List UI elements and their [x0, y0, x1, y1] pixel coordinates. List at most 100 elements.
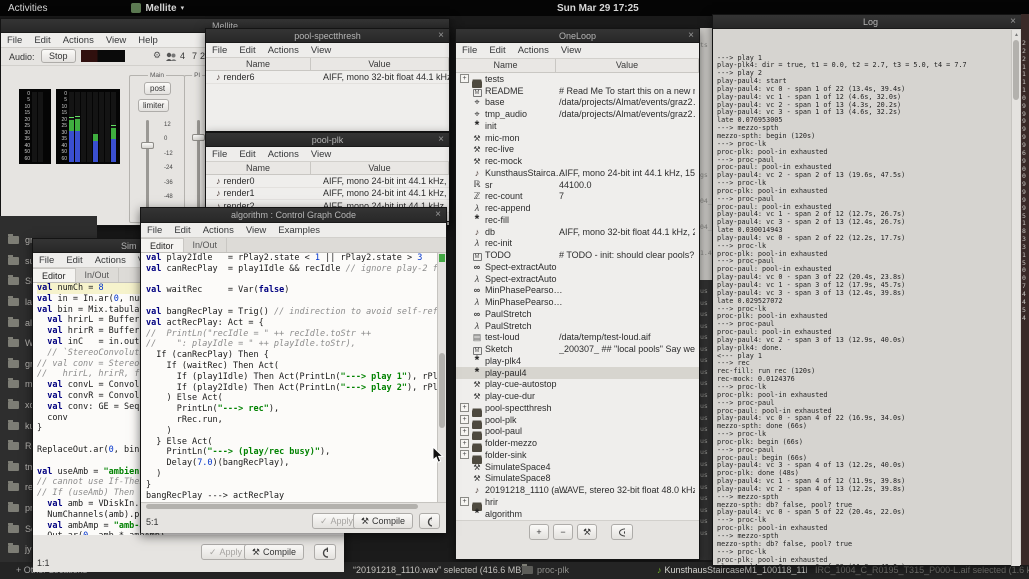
main-volume-track[interactable]	[146, 120, 149, 218]
tree-row[interactable]: base /data/projects/Almat/events/graz2…	[456, 97, 699, 109]
menu-item[interactable]: Actions	[57, 35, 100, 46]
expander-icon[interactable]	[460, 380, 469, 389]
tree-row[interactable]: PaulStretch	[456, 308, 699, 320]
expander-icon[interactable]	[460, 168, 469, 177]
close-icon[interactable]: ×	[688, 29, 694, 42]
expander-icon[interactable]	[460, 157, 469, 166]
tab-editor[interactable]: Editor	[33, 268, 76, 282]
menu-item[interactable]: Help	[132, 35, 164, 46]
tree-row[interactable]: init	[456, 120, 699, 132]
expander-icon[interactable]	[460, 227, 469, 236]
menu-item[interactable]: File	[206, 45, 233, 56]
expander-icon[interactable]	[460, 368, 469, 377]
expander-icon[interactable]	[460, 427, 469, 436]
expander-icon[interactable]	[460, 145, 469, 154]
expander-icon[interactable]	[460, 497, 469, 506]
column-value[interactable]: Value	[311, 58, 449, 70]
log-vscrollbar[interactable]: ▲	[1011, 30, 1020, 566]
expander-icon[interactable]	[460, 262, 469, 271]
algorithm-compile-button[interactable]: ⚒Compile	[353, 513, 413, 529]
menu-item[interactable]: Edit	[233, 45, 261, 56]
tree-row[interactable]: mic-mon	[456, 132, 699, 144]
tree-row[interactable]: SimulateSpace4	[456, 461, 699, 473]
menu-item[interactable]: Actions	[512, 45, 555, 56]
algorithm-vscrollbar[interactable]	[437, 253, 446, 502]
expander-icon[interactable]	[460, 486, 469, 495]
add-button[interactable]: +	[529, 524, 549, 540]
taskbar-item-kunsthaus[interactable]: ♪KunsthausStaircaseM1_100118_11k	[657, 565, 807, 575]
menu-item[interactable]: View	[240, 225, 272, 236]
column-name[interactable]: Name	[206, 162, 311, 174]
tree-row[interactable]: rec-append	[456, 202, 699, 214]
clock[interactable]: Sun Mar 29 17:25	[557, 3, 639, 14]
menu-item[interactable]: View	[305, 45, 337, 56]
close-icon[interactable]: ×	[438, 29, 444, 42]
tree-row[interactable]: play-paul4	[456, 367, 699, 379]
expander-icon[interactable]	[460, 274, 469, 283]
activities-button[interactable]: Activities	[8, 3, 47, 14]
sim-compile-button[interactable]: ⚒Compile	[244, 544, 304, 560]
expander-icon[interactable]	[460, 215, 469, 224]
tree-row[interactable]: KunsthausStairca… AIFF, mono 24-bit int …	[456, 167, 699, 179]
tree-row[interactable]: tmp_audio /data/projects/Almat/events/gr…	[456, 108, 699, 120]
column-value[interactable]: Value	[556, 59, 699, 72]
close-icon[interactable]: ×	[435, 208, 441, 221]
expander-icon[interactable]	[460, 251, 469, 260]
menu-item[interactable]: Actions	[262, 149, 305, 160]
tree-row[interactable]: play-cue-autostop	[456, 379, 699, 391]
tree-row[interactable]: hrir	[456, 496, 699, 508]
tree-row[interactable]: PaulStretch	[456, 320, 699, 332]
expander-icon[interactable]	[460, 509, 469, 518]
expander-icon[interactable]	[460, 192, 469, 201]
tree-row[interactable]: pool-spectthresh	[456, 402, 699, 414]
menu-item[interactable]: File	[1, 35, 28, 46]
expander-icon[interactable]	[460, 309, 469, 318]
view-button[interactable]	[611, 524, 633, 540]
column-name[interactable]: Name	[456, 59, 556, 72]
pool-plk-titlebar[interactable]: pool-plk×	[206, 133, 449, 147]
tools-button[interactable]: ⚒	[577, 524, 597, 540]
menu-item[interactable]: View	[305, 149, 337, 160]
taskbar-item-proc-plk[interactable]: proc-plk	[522, 565, 569, 575]
algorithm-titlebar[interactable]: algorithm : Control Graph Code×	[141, 208, 446, 223]
expander-icon[interactable]	[460, 403, 469, 412]
remove-button[interactable]: −	[553, 524, 573, 540]
expander-icon[interactable]	[460, 239, 469, 248]
limiter-button[interactable]: limiter	[138, 99, 169, 112]
tree-row[interactable]: 20191218_1110 (a… WAVE, stereo 32-bit fl…	[456, 484, 699, 496]
post-button[interactable]: post	[144, 82, 171, 95]
close-icon[interactable]: ×	[438, 133, 444, 146]
menu-item[interactable]: Edit	[168, 225, 196, 236]
expander-icon[interactable]	[460, 415, 469, 424]
tree-row[interactable]: db AIFF, mono 32-bit float 44.1 kHz, 2:…	[456, 226, 699, 238]
expander-icon[interactable]	[460, 474, 469, 483]
scrollbar-thumb[interactable]	[1013, 40, 1019, 100]
scrollbar-thumb[interactable]	[439, 353, 445, 428]
expander-icon[interactable]	[460, 321, 469, 330]
menu-item[interactable]: Edit	[233, 149, 261, 160]
tree-row[interactable]: rec-fill	[456, 214, 699, 226]
secondary-volume-handle[interactable]	[192, 134, 205, 141]
tree-row[interactable]: folder-mezzo	[456, 437, 699, 449]
oneloop-titlebar[interactable]: OneLoop×	[456, 29, 699, 43]
menu-item[interactable]: File	[141, 225, 168, 236]
sim-apply-button[interactable]: ✓Apply	[201, 544, 250, 560]
audio-stop-button[interactable]: Stop	[41, 49, 76, 63]
tab-inout[interactable]: In/Out	[184, 238, 228, 252]
expander-icon[interactable]	[460, 462, 469, 471]
tree-row[interactable]: play-cue-dur	[456, 390, 699, 402]
scrollbar-thumb[interactable]	[146, 504, 418, 509]
expander-icon[interactable]	[460, 204, 469, 213]
tree-row[interactable]: tests	[456, 73, 699, 85]
tree-row[interactable]: pool-plk	[456, 414, 699, 426]
tree-row[interactable]: MinPhasePearso…	[456, 296, 699, 308]
menu-item[interactable]: View	[100, 35, 132, 46]
menu-item[interactable]: Actions	[262, 45, 305, 56]
expander-icon[interactable]	[460, 286, 469, 295]
algorithm-power-button[interactable]	[419, 513, 440, 529]
expander-icon[interactable]	[460, 333, 469, 342]
table-row[interactable]: ♪render1 AIFF, mono 24-bit int 44.1 kHz,…	[206, 188, 449, 201]
menu-item[interactable]: Actions	[89, 255, 132, 266]
expander-icon[interactable]	[460, 86, 469, 95]
tree-row[interactable]: rec-live	[456, 144, 699, 156]
